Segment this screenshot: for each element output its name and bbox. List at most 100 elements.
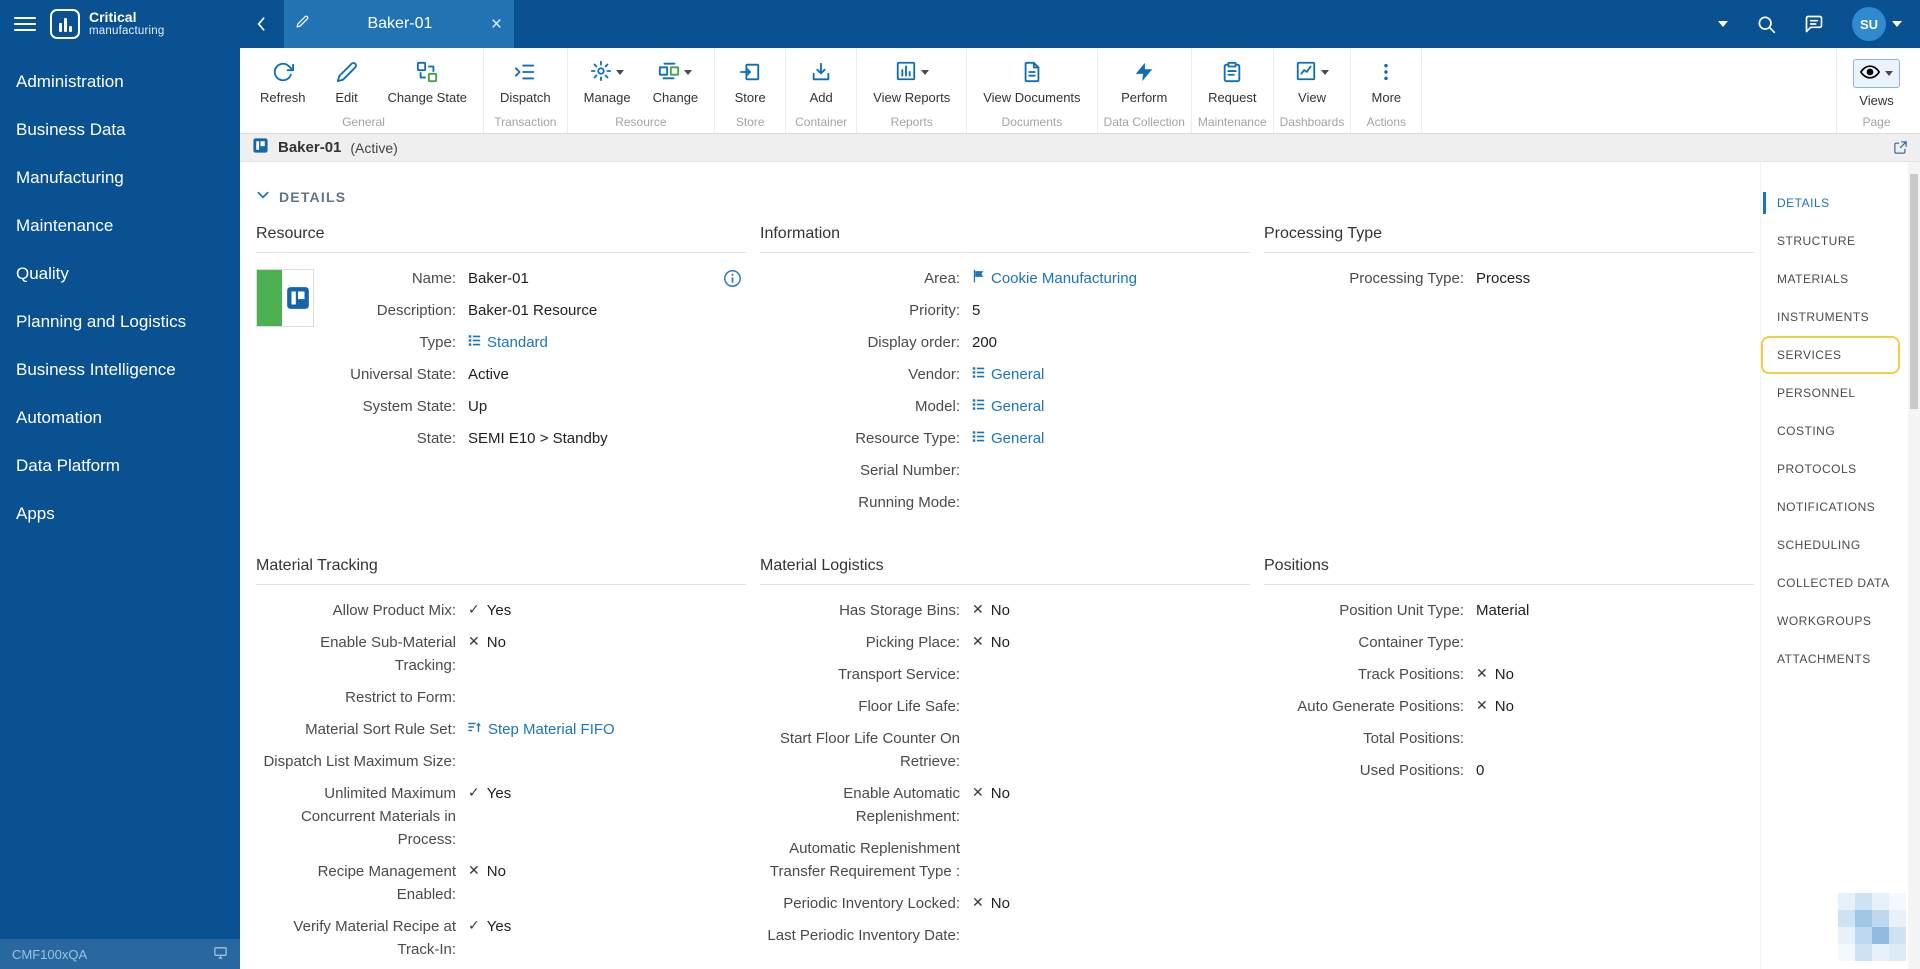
anchor-costing[interactable]: COSTING — [1761, 412, 1900, 450]
vertical-scrollbar[interactable] — [1908, 162, 1920, 969]
resource-image[interactable] — [256, 269, 314, 327]
toolbar-group-store: Store Store — [715, 48, 787, 133]
anchor-structure[interactable]: STRUCTURE — [1761, 222, 1900, 260]
sidebar-item-administration[interactable]: Administration — [0, 58, 240, 106]
material-sort-rule-set-link[interactable]: Step Material FIFO — [468, 718, 615, 741]
topbar-actions: SU — [1718, 7, 1920, 41]
user-avatar[interactable]: SU — [1852, 7, 1886, 41]
entity-icon — [468, 331, 481, 354]
vendor-link[interactable]: General — [972, 363, 1044, 386]
anchor-scheduling[interactable]: SCHEDULING — [1761, 526, 1900, 564]
more-actions-button[interactable]: More — [1357, 56, 1415, 111]
field-processing-type: Processing Type: Process — [1349, 270, 1531, 287]
request-button[interactable]: Request — [1198, 56, 1266, 111]
dispatch-button[interactable]: Dispatch — [490, 56, 561, 111]
dispatch-icon — [514, 59, 536, 85]
anchor-workgroups[interactable]: WORKGROUPS — [1761, 602, 1900, 640]
sidebar-item-planning-and-logistics[interactable]: Planning and Logistics — [0, 298, 240, 346]
refresh-button[interactable]: Refresh — [250, 56, 316, 111]
field-display-order: Display order: 200 — [867, 334, 998, 351]
lightning-icon — [1133, 59, 1155, 85]
toolbar-group-container: Add Container — [786, 48, 858, 133]
messages-icon[interactable] — [1804, 14, 1824, 34]
field-material-sort-rule-set: Material Sort Rule Set: Step Material FI… — [256, 718, 746, 741]
dashboard-icon — [1295, 60, 1317, 85]
sidebar-item-manufacturing[interactable]: Manufacturing — [0, 154, 240, 202]
anchor-notifications[interactable]: NOTIFICATIONS — [1761, 488, 1900, 526]
user-menu[interactable]: SU — [1852, 7, 1902, 41]
toolbar-group-data-collection: Perform Data Collection — [1098, 48, 1192, 133]
popout-icon[interactable] — [1893, 140, 1908, 155]
model-link[interactable]: General — [972, 395, 1044, 418]
toolbar-group-label: Transaction — [494, 115, 557, 129]
tab-list-dropdown-icon[interactable] — [1718, 21, 1728, 27]
perform-button[interactable]: Perform — [1111, 56, 1177, 111]
sidebar-item-automation[interactable]: Automation — [0, 394, 240, 442]
info-icon[interactable] — [723, 269, 742, 291]
panel-material-tracking: Material Tracking Allow Product Mix: ✓ Ye… — [256, 557, 746, 969]
sidebar-item-business-data[interactable]: Business Data — [0, 106, 240, 154]
sidebar-item-business-intelligence[interactable]: Business Intelligence — [0, 346, 240, 394]
cross-icon: ✕ — [468, 863, 480, 879]
check-icon: ✓ — [468, 785, 480, 801]
sidebar-footer: CMF100xQA — [0, 939, 240, 969]
sidebar-item-apps[interactable]: Apps — [0, 490, 240, 538]
anchor-personnel[interactable]: PERSONNEL — [1761, 374, 1900, 412]
views-button[interactable]: Views — [1843, 56, 1910, 111]
anchor-details[interactable]: DETAILS — [1761, 184, 1900, 222]
field-type: Type: Standard — [256, 331, 746, 354]
view-dashboards-button[interactable]: View — [1283, 56, 1341, 111]
view-reports-button[interactable]: View Reports — [863, 56, 960, 111]
add-container-button[interactable]: Add — [792, 56, 850, 111]
store-button[interactable]: Store — [721, 56, 779, 111]
field-track-positions: Track Positions: ✕ No — [1264, 663, 1754, 686]
sidebar-item-quality[interactable]: Quality — [0, 250, 240, 298]
sidebar-item-data-platform[interactable]: Data Platform — [0, 442, 240, 490]
search-icon[interactable] — [1756, 14, 1776, 34]
panel-resource: Resource Name: Baker-01 Description: Bak… — [256, 225, 746, 523]
device-connection-icon[interactable] — [213, 945, 228, 963]
anchor-instruments[interactable]: INSTRUMENTS — [1761, 298, 1900, 336]
toolbar-group-label: Store — [735, 115, 765, 129]
field-vendor: Vendor: General — [760, 363, 1250, 386]
app-root: Critical manufacturing Administration Bu… — [0, 0, 1920, 969]
change-button[interactable]: Change — [643, 56, 709, 111]
entity-title: Baker-01 — [278, 139, 342, 156]
tab-close-icon[interactable]: × — [491, 15, 502, 34]
area-link[interactable]: Cookie Manufacturing — [972, 267, 1137, 290]
details-section-title: DETAILS — [279, 188, 347, 205]
manage-button[interactable]: Manage — [574, 56, 641, 111]
back-button[interactable] — [240, 0, 284, 48]
change-state-icon — [416, 59, 438, 85]
cross-icon: ✕ — [972, 602, 984, 618]
entity-status: (Active) — [350, 139, 398, 156]
chevron-down-icon — [1321, 69, 1329, 75]
scrollbar-thumb[interactable] — [1910, 174, 1918, 409]
field-verify-material-recipe-at-track-in: Verify Material Recipe at Track-In: ✓ Yes — [256, 915, 746, 961]
sidebar-header: Critical manufacturing — [0, 0, 240, 48]
field-restrict-to-form: Restrict to Form: — [345, 689, 456, 706]
panel-title: Processing Type — [1264, 225, 1754, 253]
details-section-toggle[interactable]: DETAILS — [256, 188, 1754, 205]
sidebar-item-maintenance[interactable]: Maintenance — [0, 202, 240, 250]
anchor-collected-data[interactable]: COLLECTED DATA — [1761, 564, 1900, 602]
field-allow-product-mix: Allow Product Mix: ✓ Yes — [256, 599, 746, 622]
anchor-attachments[interactable]: ATTACHMENTS — [1761, 640, 1900, 678]
view-documents-button[interactable]: View Documents — [973, 56, 1090, 111]
change-state-button[interactable]: Change State — [378, 56, 478, 111]
field-priority: Priority: 5 — [909, 302, 981, 319]
menu-toggle-icon[interactable] — [14, 13, 36, 35]
tab-baker-01[interactable]: Baker-01 × — [284, 0, 514, 48]
type-link[interactable]: Standard — [468, 331, 548, 354]
edit-button[interactable]: Edit — [318, 56, 376, 111]
anchor-protocols[interactable]: PROTOCOLS — [1761, 450, 1900, 488]
anchor-materials[interactable]: MATERIALS — [1761, 260, 1900, 298]
bar-chart-icon — [895, 60, 917, 85]
chevron-down-icon — [684, 69, 693, 75]
field-unlimited-maximum-concurrent-materials: Unlimited Maximum Concurrent Materials i… — [256, 782, 746, 851]
field-container-type: Container Type: — [1358, 634, 1464, 651]
main-nav-sidebar: Critical manufacturing Administration Bu… — [0, 0, 240, 969]
anchor-services[interactable]: SERVICES — [1761, 336, 1900, 374]
resource-type-link[interactable]: General — [972, 427, 1044, 450]
field-total-positions: Total Positions: — [1363, 730, 1464, 747]
